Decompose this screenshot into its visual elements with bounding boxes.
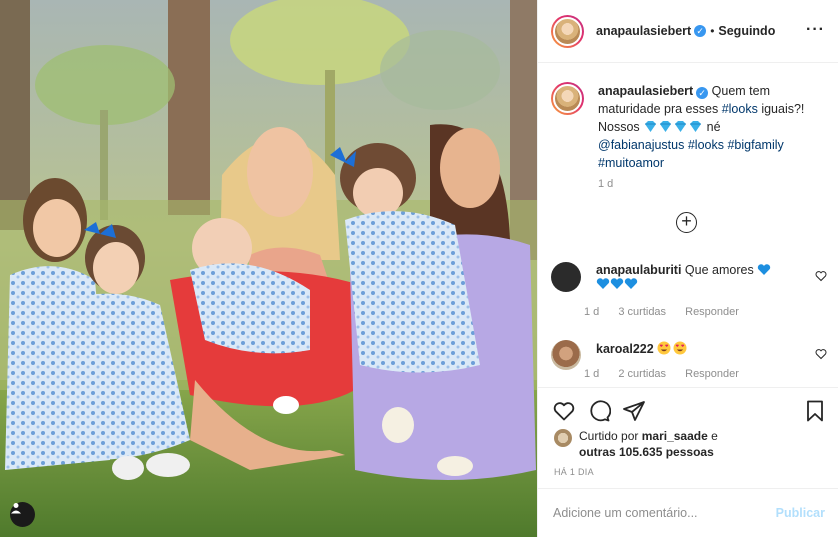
header-separator: •: [710, 24, 715, 38]
hashtag-looks[interactable]: #looks: [722, 102, 758, 116]
add-comment-bar: Publicar: [538, 488, 838, 537]
comment-text: Que amores: [684, 263, 754, 277]
caption-username[interactable]: anapaulasiebert: [598, 84, 693, 98]
comment-avatar[interactable]: [551, 262, 581, 292]
reply-button[interactable]: Responder: [685, 368, 739, 380]
comment-username[interactable]: anapaulaburiti: [596, 263, 681, 277]
liker-avatar[interactable]: [554, 429, 572, 447]
comment-age[interactable]: 1 d: [584, 306, 599, 318]
blue-heart-emoji-icon: [596, 278, 610, 289]
author-username[interactable]: anapaulasiebert: [596, 24, 691, 38]
save-bookmark-icon[interactable]: [803, 399, 827, 423]
hashtag-looks-2[interactable]: #looks: [688, 138, 724, 152]
post-image: [0, 0, 537, 537]
likes-prefix: Curtido por: [579, 429, 639, 443]
reply-button[interactable]: Responder: [685, 306, 739, 318]
comment-item: anapaulaburiti Que amores: [551, 262, 831, 294]
comment-meta: 1 d 3 curtidas Responder: [584, 306, 755, 318]
blue-heart-emoji-icon: [758, 264, 771, 275]
blue-diamond-emoji-icon: [660, 121, 672, 132]
comment-icon[interactable]: [587, 399, 611, 423]
comment-avatar[interactable]: [551, 340, 581, 370]
comment-body: karoal222: [596, 340, 801, 370]
post-actions-bar: [538, 387, 838, 432]
instagram-post-modal: anapaulasiebert ✓ • Seguindo ··· anapaul…: [0, 0, 838, 537]
post-photo[interactable]: [0, 0, 537, 537]
post-header: anapaulasiebert ✓ • Seguindo ···: [538, 0, 838, 63]
verified-icon: ✓: [696, 87, 709, 99]
like-comment-heart-icon[interactable]: [815, 348, 827, 360]
likes-text: Curtido por mari_saade e outras 105.635 …: [579, 428, 718, 460]
blue-heart-emoji-icon: [624, 278, 638, 289]
comment-age[interactable]: 1 d: [584, 368, 599, 380]
author-avatar[interactable]: [551, 14, 584, 48]
likes-middle: e: [711, 429, 718, 443]
hashtag-muitoamor[interactable]: #muitoamor: [598, 156, 664, 170]
liker-username[interactable]: mari_saade: [642, 429, 708, 443]
caption: anapaulasiebert ✓ Quem tem maturidade pra…: [551, 82, 831, 172]
publish-button[interactable]: Publicar: [776, 506, 825, 520]
verified-icon: ✓: [694, 25, 707, 37]
like-comment-heart-icon[interactable]: [815, 270, 827, 282]
caption-text: anapaulasiebert ✓ Quem tem maturidade pra…: [598, 82, 830, 172]
blue-heart-emoji-icon: [610, 278, 624, 289]
comment-likes[interactable]: 3 curtidas: [618, 306, 666, 318]
comment-body: anapaulaburiti Que amores: [596, 262, 801, 294]
mention-fabianajustus[interactable]: @fabianajustus: [598, 138, 684, 152]
blue-diamond-emoji-icon: [675, 121, 687, 132]
load-more-comments-icon[interactable]: +: [676, 212, 697, 233]
comment-item: karoal222: [551, 340, 831, 370]
hashtag-bigfamily[interactable]: #bigfamily: [727, 138, 783, 152]
caption-avatar[interactable]: [551, 82, 584, 115]
likes-others-link[interactable]: outras 105.635 pessoas: [579, 445, 714, 459]
user-tag-button[interactable]: [10, 502, 35, 527]
heart-eyes-emoji-icon: [673, 341, 687, 355]
comment-username[interactable]: karoal222: [596, 342, 654, 356]
following-button[interactable]: Seguindo: [718, 24, 775, 38]
post-side-panel: anapaulasiebert ✓ • Seguindo ··· anapaul…: [537, 0, 838, 537]
caption-text-3: né: [706, 120, 721, 134]
user-tag-icon: [11, 503, 21, 514]
comment-meta: 1 d 2 curtidas Responder: [584, 368, 755, 380]
caption-age[interactable]: 1 d: [598, 178, 613, 190]
blue-diamond-emoji-icon: [690, 121, 702, 132]
heart-eyes-emoji-icon: [657, 341, 671, 355]
blue-diamond-emoji-icon: [645, 121, 657, 132]
post-time-ago[interactable]: HÁ 1 DIA: [554, 467, 594, 477]
comment-likes[interactable]: 2 curtidas: [618, 368, 666, 380]
more-horizontal-icon[interactable]: ···: [806, 22, 825, 38]
like-heart-icon[interactable]: [552, 399, 576, 423]
likes-summary: Curtido por mari_saade e outras 105.635 …: [554, 428, 834, 460]
share-direct-icon[interactable]: [622, 399, 646, 423]
add-comment-input[interactable]: [553, 506, 776, 520]
